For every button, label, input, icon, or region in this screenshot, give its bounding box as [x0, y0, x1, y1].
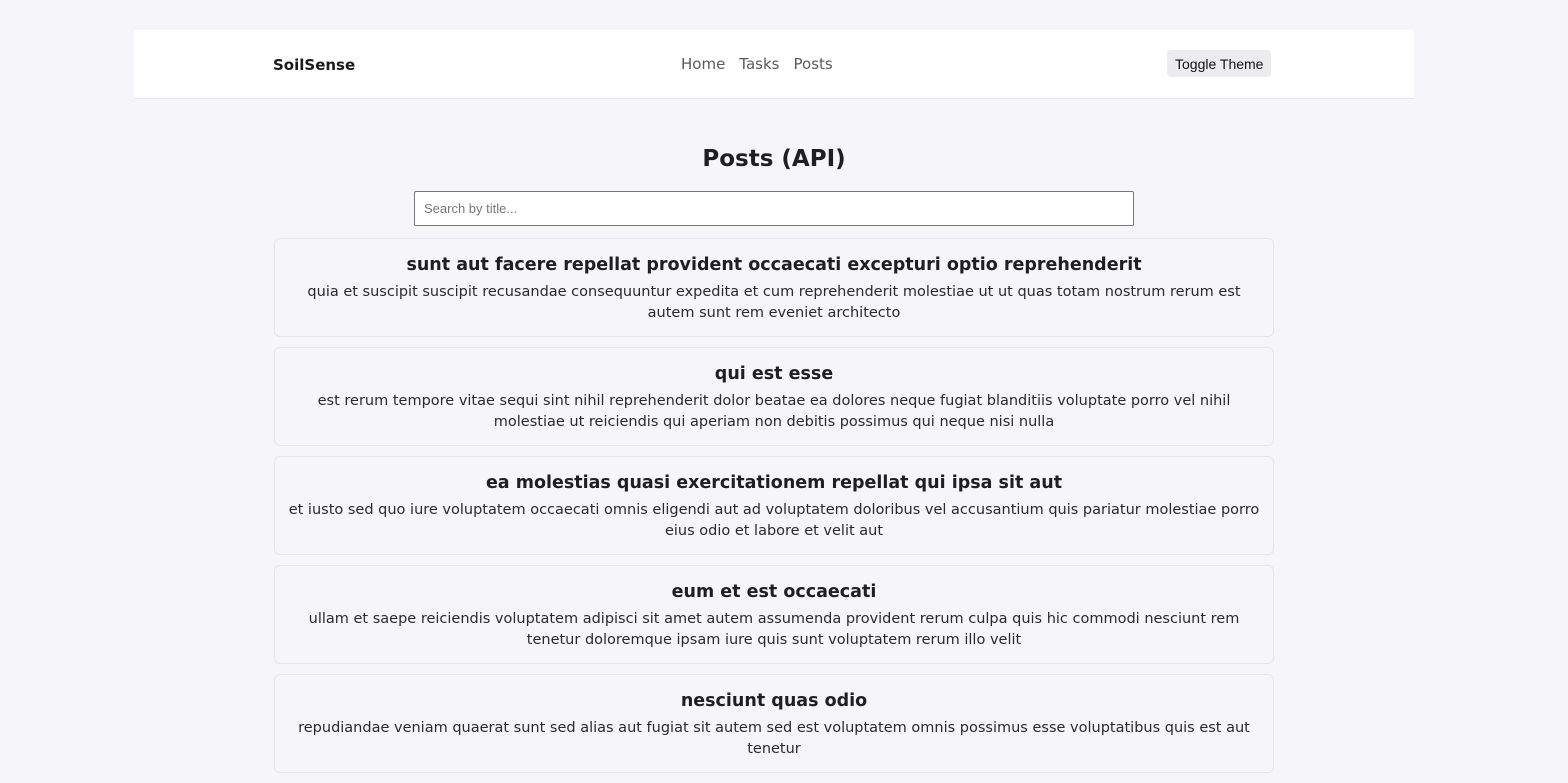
main-content: Posts (API) sunt aut facere repellat pro… — [134, 128, 1414, 783]
post-list: sunt aut facere repellat provident occae… — [274, 238, 1274, 773]
post-body: est rerum tempore vitae sequi sint nihil… — [317, 393, 1231, 430]
nav-link-posts[interactable]: Posts — [794, 55, 833, 73]
post-card: eum et est occaecati ullam et saepe reic… — [274, 565, 1274, 664]
post-card: qui est esse est rerum tempore vitae seq… — [274, 347, 1274, 446]
post-title: ea molestias quasi exercitationem repell… — [485, 473, 1063, 493]
app-shell: SoilSense Home Tasks Posts Toggle Theme … — [134, 30, 1414, 773]
post-card: ea molestias quasi exercitationem repell… — [274, 456, 1274, 555]
page-title: Posts (API) — [702, 146, 846, 172]
post-body: quia et suscipit suscipit recusandae con… — [307, 284, 1241, 321]
nav-links: Home Tasks Posts — [681, 30, 833, 98]
post-title: nesciunt quas odio — [680, 691, 868, 711]
search-wrapper — [414, 191, 1134, 226]
post-card: sunt aut facere repellat provident occae… — [274, 238, 1274, 337]
post-body: ullam et saepe reiciendis voluptatem adi… — [308, 611, 1240, 648]
search-input[interactable] — [414, 191, 1134, 226]
post-title: eum et est occaecati — [671, 582, 877, 602]
post-title: qui est esse — [714, 364, 834, 384]
post-body: repudiandae veniam quaerat sunt sed alia… — [298, 720, 1250, 757]
post-card: nesciunt quas odio repudiandae veniam qu… — [274, 674, 1274, 773]
brand-logo[interactable]: SoilSense — [273, 30, 355, 98]
navbar: SoilSense Home Tasks Posts Toggle Theme — [134, 30, 1414, 99]
post-body: et iusto sed quo iure voluptatem occaeca… — [288, 502, 1260, 539]
post-title: sunt aut facere repellat provident occae… — [406, 255, 1142, 275]
toggle-theme-button[interactable]: Toggle Theme — [1167, 50, 1272, 77]
nav-link-home[interactable]: Home — [681, 55, 725, 73]
nav-link-tasks[interactable]: Tasks — [739, 55, 779, 73]
